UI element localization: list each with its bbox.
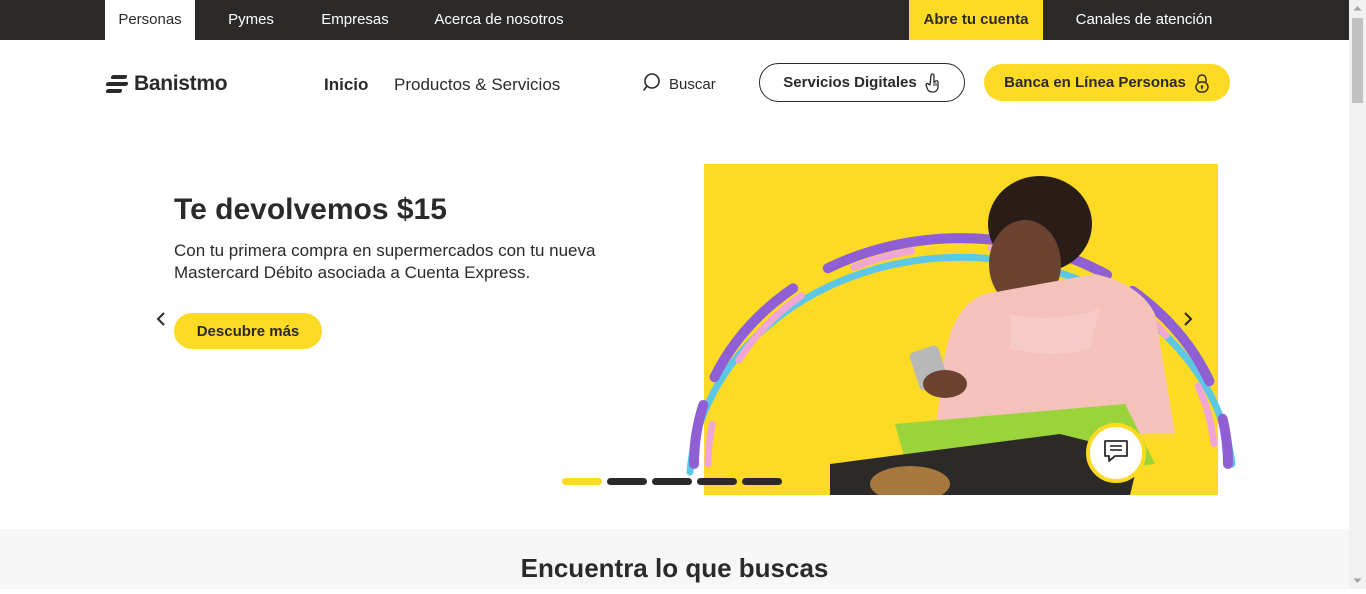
open-account-button[interactable]: Abre tu cuenta [909,0,1043,40]
logo-text: Banistmo [134,72,228,95]
digital-services-button[interactable]: Servicios Digitales [759,63,965,102]
carousel-indicators [562,478,782,485]
tab-empresas[interactable]: Empresas [307,0,403,40]
online-banking-button[interactable]: Banca en Línea Personas [984,64,1230,101]
search-icon [643,72,663,97]
discover-more-button[interactable]: Descubre más [174,313,322,349]
main-header: Banistmo Inicio Productos & Servicios Bu… [0,40,1349,128]
nav-inicio[interactable]: Inicio [324,75,368,95]
carousel-dot-3[interactable] [652,478,692,485]
logo-mark-icon [105,74,129,94]
carousel-dot-4[interactable] [697,478,737,485]
section-title: Encuentra lo que buscas [520,553,829,583]
scroll-down-arrow-icon[interactable] [1349,572,1366,589]
search-label: Buscar [669,76,716,93]
banistmo-logo[interactable]: Banistmo [105,71,228,97]
hero-title: Te devolvemos $15 [174,193,447,226]
chat-icon [1102,437,1130,470]
chat-button[interactable] [1086,423,1146,483]
tab-pymes[interactable]: Pymes [212,0,290,40]
tab-acerca-de-nosotros[interactable]: Acerca de nosotros [420,0,578,40]
scroll-up-arrow-icon[interactable] [1349,0,1366,17]
chevron-right-icon[interactable] [1182,310,1194,333]
digital-services-label: Servicios Digitales [783,74,917,91]
hero-banner-image [680,164,1242,495]
search-button[interactable]: Buscar [643,72,716,97]
hero-description: Con tu primera compra en supermercados c… [174,241,596,282]
carousel-dot-2[interactable] [607,478,647,485]
online-banking-label: Banca en Línea Personas [1004,74,1186,91]
carousel-dot-1[interactable] [562,478,602,485]
find-section: Encuentra lo que buscas [0,529,1349,589]
scrollbar-thumb[interactable] [1352,18,1363,103]
top-bar: Personas Pymes Empresas Acerca de nosotr… [0,0,1349,40]
chevron-left-icon[interactable] [155,310,167,333]
lock-icon [1194,73,1210,93]
hand-pointer-icon [925,72,941,93]
carousel-dot-5[interactable] [742,478,782,485]
nav-productos-servicios[interactable]: Productos & Servicios [394,75,560,95]
tab-personas[interactable]: Personas [105,0,195,40]
service-channels-link[interactable]: Canales de atención [1061,0,1227,40]
page-scrollbar[interactable] [1349,0,1366,589]
